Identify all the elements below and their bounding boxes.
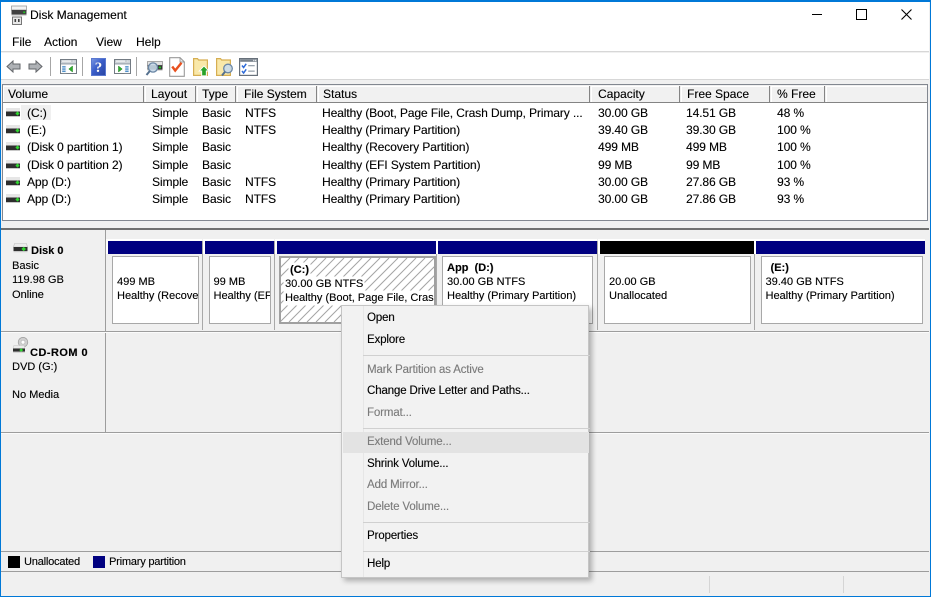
- svg-text:?: ?: [95, 60, 103, 76]
